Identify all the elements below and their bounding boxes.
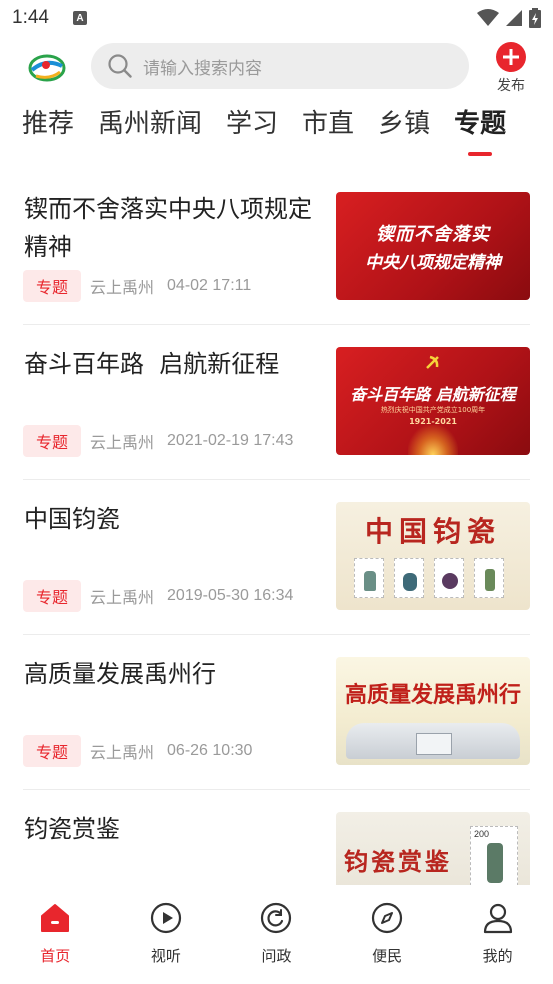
stamp-row <box>354 558 504 598</box>
search-icon <box>108 54 132 78</box>
party-emblem-icon <box>426 355 439 369</box>
nav-video[interactable]: 视听 <box>111 885 222 984</box>
bottom-nav: 首页 视听 问政 便民 我的 <box>0 885 553 984</box>
home-icon <box>41 904 70 932</box>
user-icon <box>483 903 512 934</box>
article-item[interactable]: 锲而不舍落实中央八项规定精神 专题 云上禹州 04-02 17:11 锲而不舍落… <box>23 170 530 325</box>
article-item[interactable]: 钧瓷赏鉴 钧瓷赏鉴 200 <box>23 790 530 885</box>
article-time: 2019-05-30 16:34 <box>167 587 294 604</box>
article-meta: 专题 云上禹州 2019-05-30 16:34 <box>23 580 293 612</box>
article-source: 云上禹州 <box>90 278 155 297</box>
tab-topics[interactable]: 专题 <box>454 104 506 158</box>
article-item[interactable]: 中国钧瓷 专题 云上禹州 2019-05-30 16:34 中国钧瓷 <box>23 480 530 635</box>
tab-study[interactable]: 学习 <box>226 104 278 158</box>
topic-tag: 专题 <box>23 735 82 767</box>
status-time: 1:44 <box>12 7 49 28</box>
light-glow <box>408 425 458 455</box>
thumb-text: 中国钧瓷 <box>364 515 501 548</box>
signal-icon <box>506 10 522 26</box>
article-list: 锲而不舍落实中央八项规定精神 专题 云上禹州 04-02 17:11 锲而不舍落… <box>0 170 553 885</box>
battery-icon <box>529 8 541 28</box>
article-title: 钧瓷赏鉴 <box>24 815 120 843</box>
article-title: 中国钧瓷 <box>24 505 120 533</box>
nav-label: 便民 <box>372 947 403 965</box>
refresh-icon <box>261 902 292 934</box>
thumb-text: 高质量发展禹州行 <box>344 682 521 708</box>
article-time: 06-26 10:30 <box>167 742 253 759</box>
status-bar: 1:44 A <box>0 0 553 36</box>
article-time: 04-02 17:11 <box>167 277 252 294</box>
plus-icon <box>496 42 526 72</box>
app-logo[interactable] <box>26 50 68 86</box>
thumb-text: 中央八项规定精神 <box>365 253 501 273</box>
category-tabs: 推荐 禹州新闻 学习 市直 乡镇 专题 <box>22 104 530 158</box>
article-title: 高质量发展禹州行 <box>24 660 216 688</box>
article-title: 锲而不舍落实中央八项规定精神 <box>24 195 312 261</box>
stamp-image <box>394 558 424 598</box>
status-indicators <box>477 8 541 28</box>
nav-profile[interactable]: 我的 <box>442 885 553 984</box>
play-icon <box>150 902 181 934</box>
wifi-icon <box>477 9 499 26</box>
article-thumbnail: 锲而不舍落实 中央八项规定精神 <box>336 192 530 300</box>
article-meta: 专题 云上禹州 06-26 10:30 <box>23 735 252 767</box>
publish-button[interactable]: 发布 <box>494 42 528 95</box>
nav-inquiry[interactable]: 问政 <box>221 885 332 984</box>
search-bar[interactable]: 请输入搜索内容 <box>91 43 469 89</box>
article-thumbnail: 高质量发展禹州行 <box>336 657 530 765</box>
stamp-image <box>354 558 384 598</box>
compass-icon <box>371 902 403 934</box>
header: 请输入搜索内容 发布 <box>0 40 553 96</box>
topic-tag: 专题 <box>23 425 82 457</box>
nav-home[interactable]: 首页 <box>0 885 111 984</box>
search-placeholder: 请输入搜索内容 <box>143 58 262 79</box>
nav-label: 首页 <box>40 947 71 965</box>
stamp-value: 200 <box>474 829 490 839</box>
nav-services[interactable]: 便民 <box>332 885 443 984</box>
yunshang-logo-icon <box>28 54 66 82</box>
topic-tag: 专题 <box>23 580 82 612</box>
thumb-text: 锲而不舍落实 <box>376 224 490 245</box>
topic-tag: 专题 <box>23 270 82 302</box>
article-time: 2021-02-19 17:43 <box>167 432 294 449</box>
building-illustration <box>416 733 452 755</box>
article-thumbnail: 钧瓷赏鉴 200 <box>336 812 530 885</box>
article-source: 云上禹州 <box>90 743 155 762</box>
nav-label: 视听 <box>150 947 181 965</box>
tab-city[interactable]: 市直 <box>302 104 354 158</box>
article-thumbnail: 中国钧瓷 <box>336 502 530 610</box>
stamp-image <box>474 558 504 598</box>
notification-icon: A <box>72 11 87 25</box>
article-thumbnail: 奋斗百年路 启航新征程 热烈庆祝中国共产党成立100周年 1921-2021 <box>336 347 530 455</box>
tab-recommend[interactable]: 推荐 <box>22 104 74 158</box>
stamp-image: 200 <box>470 826 518 885</box>
stamp-image <box>434 558 464 598</box>
article-item[interactable]: 奋斗百年路 启航新征程 专题 云上禹州 2021-02-19 17:43 奋斗百… <box>23 325 530 480</box>
article-title: 奋斗百年路 启航新征程 <box>24 350 280 378</box>
publish-label: 发布 <box>497 78 525 94</box>
article-meta: 专题 云上禹州 2021-02-19 17:43 <box>23 425 293 457</box>
thumb-text: 奋斗百年路 启航新征程 <box>350 385 516 404</box>
article-item[interactable]: 高质量发展禹州行 专题 云上禹州 06-26 10:30 高质量发展禹州行 <box>23 635 530 790</box>
nav-label: 我的 <box>482 947 513 965</box>
nav-label: 问政 <box>261 947 292 965</box>
thumb-text: 热烈庆祝中国共产党成立100周年 <box>380 406 486 414</box>
article-source: 云上禹州 <box>90 588 155 607</box>
tab-towns[interactable]: 乡镇 <box>378 104 430 158</box>
article-source: 云上禹州 <box>90 433 155 452</box>
tab-yuzhou-news[interactable]: 禹州新闻 <box>98 104 202 158</box>
thumb-text: 钧瓷赏鉴 <box>344 847 452 876</box>
article-meta: 专题 云上禹州 04-02 17:11 <box>23 270 251 302</box>
